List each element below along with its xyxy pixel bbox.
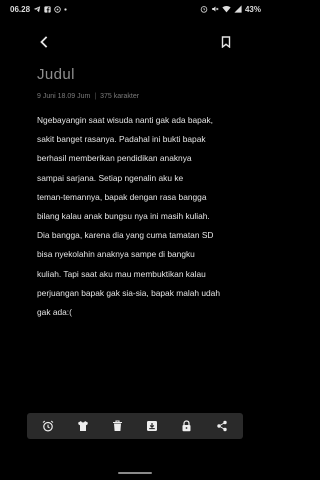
status-left: 06.28 [10,5,67,14]
bookmark-button[interactable] [215,30,237,54]
telegram-icon [33,6,41,13]
dot-icon [64,7,67,11]
note-title[interactable]: Judul [37,66,75,83]
status-bar: 06.28 43% [0,0,270,18]
shirt-icon [77,421,88,431]
back-button[interactable] [32,30,56,54]
alarm-icon [200,6,208,13]
wifi-icon [222,5,231,13]
share-button[interactable] [211,415,233,437]
delete-button[interactable] [107,415,129,437]
note-meta: 9 Juni 18.09 Jum | 375 karakter [37,93,139,100]
theme-button[interactable] [72,415,94,437]
facebook-icon [44,5,51,13]
notification-icon [54,5,61,13]
note-char-count: 375 karakter [100,93,140,100]
trash-icon [113,420,123,431]
status-time: 06.28 [10,4,31,14]
save-button[interactable] [141,415,163,437]
signal-icon [234,5,242,13]
bookmark-icon [221,36,231,48]
note-date: 9 Juni 18.09 Jum [37,93,91,100]
mute-icon [212,6,219,12]
lock-icon [182,420,191,432]
navigation-handle[interactable] [118,472,152,474]
meta-separator: | [94,93,97,100]
share-icon [216,420,227,432]
lock-button[interactable] [176,415,198,437]
status-right: 43% [200,5,261,14]
bottom-toolbar [27,413,243,439]
battery-text: 43% [244,4,261,14]
download-icon [147,421,158,431]
alarm-clock-icon [42,420,54,432]
note-body[interactable]: Ngebayangin saat wisuda nanti gak ada ba… [37,111,237,322]
app-bar [0,24,270,56]
arrow-left-icon [40,36,48,48]
reminder-button[interactable] [37,415,59,437]
